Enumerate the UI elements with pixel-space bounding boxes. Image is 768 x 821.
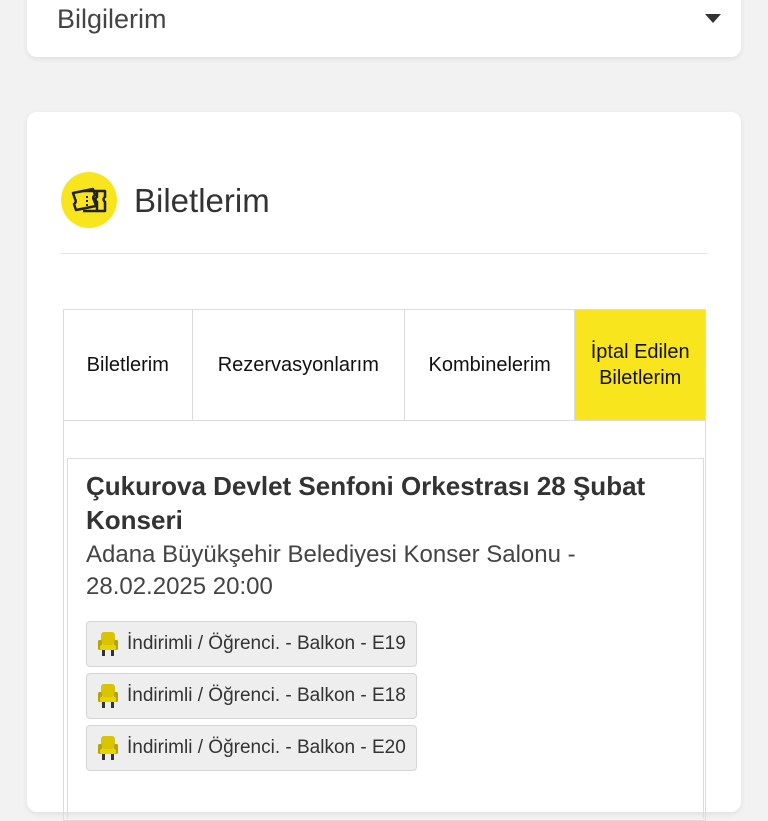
seat-icon [98,736,118,760]
profile-dropdown[interactable]: Bilgilerim [27,0,741,57]
tab-iptal-edilen-biletlerim[interactable]: İptal Edilen Biletlerim [575,310,705,420]
tab-content: Çukurova Devlet Senfoni Orkestrası 28 Şu… [63,421,706,821]
ticket-tabs: Biletlerim Rezervasyonlarım Kombinelerim… [63,309,706,421]
section-header: Biletlerim [61,172,707,254]
event-title: Çukurova Devlet Senfoni Orkestrası 28 Şu… [86,471,646,535]
tickets-card: Biletlerim Biletlerim Rezervasyonlarım K… [27,112,741,821]
ticket-card: Çukurova Devlet Senfoni Orkestrası 28 Şu… [67,458,704,818]
seat-item: İndirimli / Öğrenci. - Balkon - E19 [86,621,417,667]
seat-label: İndirimli / Öğrenci. - Balkon - E18 [127,685,406,706]
caret-down-icon[interactable] [705,14,721,23]
event-venue: Adana Büyükşehir Belediyesi Konser Salon… [86,541,576,600]
seat-label: İndirimli / Öğrenci. - Balkon - E19 [127,633,406,654]
seat-list: İndirimli / Öğrenci. - Balkon - E19 İndi… [86,621,685,777]
ticket-icon [61,172,117,228]
tab-rezervasyonlarim[interactable]: Rezervasyonlarım [193,310,405,420]
seat-icon [98,684,118,708]
seat-item: İndirimli / Öğrenci. - Balkon - E20 [86,725,417,771]
seat-icon [98,632,118,656]
seat-label: İndirimli / Öğrenci. - Balkon - E20 [127,737,406,758]
seat-item: İndirimli / Öğrenci. - Balkon - E18 [86,673,417,719]
section-title: Biletlerim [134,182,270,219]
tab-kombinelerim[interactable]: Kombinelerim [405,310,576,420]
tab-biletlerim[interactable]: Biletlerim [64,310,193,420]
dropdown-label: Bilgilerim [57,4,167,34]
